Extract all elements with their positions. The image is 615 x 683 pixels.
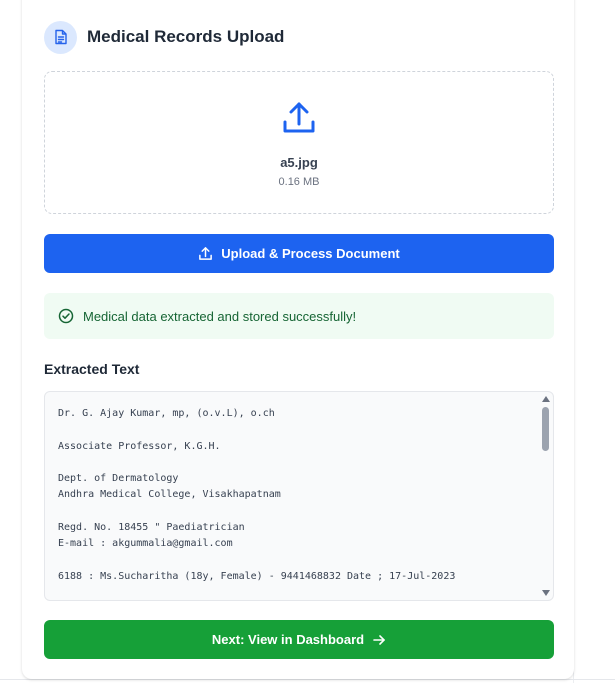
success-message: Medical data extracted and stored succes… [83, 308, 357, 324]
upload-process-button[interactable]: Upload & Process Document [44, 234, 554, 273]
extracted-text-line: Andhra Medical College, Visakhapatnam [58, 489, 281, 501]
success-alert: Medical data extracted and stored succes… [44, 293, 554, 339]
scroll-up-arrow-icon[interactable] [542, 396, 550, 402]
extracted-text-line: Dept. of Dermatology [58, 473, 179, 485]
extracted-text-content: Dr. G. Ajay Kumar, mp, (o.v.L), o.ch Ass… [58, 406, 531, 585]
card-header: Medical Records Upload [44, 20, 284, 54]
arrow-right-icon [373, 634, 385, 645]
extracted-text-line [58, 422, 531, 438]
upload-icon [199, 247, 213, 260]
next-button-label: Next: View in Dashboard [211, 632, 365, 647]
extracted-text-area[interactable]: Dr. G. Ajay Kumar, mp, (o.v.L), o.ch Ass… [44, 391, 554, 601]
extracted-text-line [58, 455, 531, 471]
selected-file-size: 0.16 MB [278, 176, 320, 188]
extracted-text-heading: Extracted Text [44, 361, 140, 377]
extracted-text-line: E-mail : akgummalia@gmail.com [58, 538, 233, 550]
check-circle-icon [58, 308, 74, 324]
scroll-down-arrow-icon[interactable] [542, 590, 550, 596]
extracted-text-line: 6188 : Ms.Sucharitha (18y, Female) - 944… [58, 570, 456, 582]
next-dashboard-button[interactable]: Next: View in Dashboard [44, 620, 554, 659]
vertical-scrollbar[interactable] [539, 392, 553, 600]
page-divider-bottom [0, 679, 615, 680]
selected-file-name: a5.jpg [280, 155, 318, 170]
scroll-thumb[interactable] [542, 407, 549, 451]
extracted-text-line [58, 504, 531, 520]
upload-button-label: Upload & Process Document [221, 246, 400, 261]
extracted-text-line: Associate Professor, K.G.H. [58, 440, 221, 452]
extracted-text-line: Regd. No. 18455 " Paediatrician [58, 522, 245, 534]
extracted-text-line: Dr. G. Ajay Kumar, mp, (o.v.L), o.ch [58, 408, 275, 419]
extracted-text-line [58, 553, 531, 569]
page-title: Medical Records Upload [87, 27, 285, 46]
upload-icon [281, 100, 317, 141]
file-dropzone[interactable]: a5.jpg 0.16 MB [44, 71, 554, 214]
document-icon [44, 20, 77, 54]
